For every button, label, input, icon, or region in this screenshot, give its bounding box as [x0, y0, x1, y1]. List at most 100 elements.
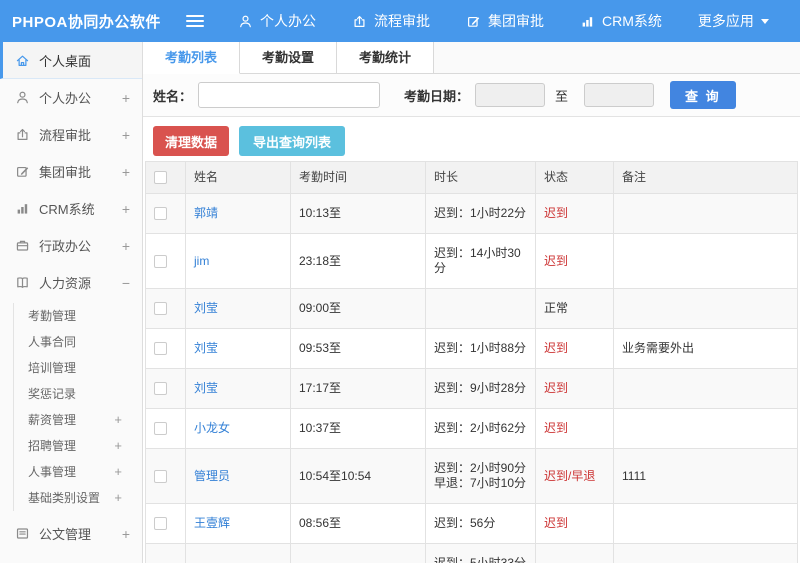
- sidebar-subitem-recruit[interactable]: 招聘管理 +: [0, 433, 142, 459]
- nav-item-personal-office[interactable]: 个人办公: [238, 11, 316, 31]
- edit-icon: [466, 14, 481, 29]
- sidebar-item-label: 公文管理: [39, 527, 92, 542]
- tab-attendance-stats[interactable]: 考勤统计: [337, 42, 435, 73]
- status-badge: 迟到/早退: [544, 468, 596, 483]
- expand-icon: +: [121, 126, 130, 143]
- sidebar-subitem-training[interactable]: 培训管理: [0, 355, 142, 381]
- employee-name-link[interactable]: 王壹辉: [194, 516, 230, 530]
- sidebar-subitem-attendance[interactable]: 考勤管理: [0, 303, 142, 329]
- expand-icon: +: [114, 490, 122, 505]
- employee-name-link[interactable]: 管理员: [194, 469, 230, 483]
- employee-name-link[interactable]: 刘莹: [194, 301, 218, 315]
- sidebar-item-label: CRM系统: [39, 202, 95, 217]
- row-checkbox[interactable]: [154, 422, 167, 436]
- row-checkbox[interactable]: [154, 469, 167, 483]
- app-window: PHPOA协同办公软件 个人办公 流程审批 集团审批 CRM系统 更多应用 个人桌面 个人…: [0, 0, 800, 563]
- employee-name-link[interactable]: jim: [194, 254, 209, 268]
- main-layout: 个人桌面 个人办公 + 流程审批 + 集团审批 + CRM系统 + 行政办公 + 人力资源 − 考勤管理人…: [0, 42, 800, 563]
- sidebar-item-crm[interactable]: CRM系统 +: [0, 190, 142, 227]
- row-checkbox[interactable]: [154, 207, 167, 221]
- sidebar-item-label: 集团审批: [39, 165, 92, 180]
- date-from-input[interactable]: [475, 83, 546, 107]
- nav-item-more-apps[interactable]: 更多应用: [698, 11, 769, 31]
- cell-duration: 迟到：14小时30分: [425, 233, 536, 289]
- sidebar-subitem-personnel[interactable]: 人事管理 +: [0, 459, 142, 485]
- sidebar-item-vehicle[interactable]: 用车管理+: [0, 552, 142, 563]
- cell-remark: [613, 233, 798, 289]
- briefcase-icon: [15, 238, 30, 253]
- sidebar-submenu-hr: 考勤管理 人事合同 培训管理 奖惩记录 薪资管理 + 招聘管理 + 人事管理 + 基础类别设置 +: [0, 301, 142, 515]
- date-to-input[interactable]: [584, 83, 655, 107]
- collapse-icon: −: [121, 274, 130, 291]
- duration-line: 迟到：9小时28分: [434, 381, 527, 395]
- sidebar-item-admin-office[interactable]: 行政办公 +: [0, 227, 142, 264]
- cell-status: 迟到: [535, 233, 614, 289]
- row-checkbox[interactable]: [154, 382, 167, 396]
- search-button[interactable]: 查 询: [670, 81, 736, 109]
- sidebar-item-group-approval[interactable]: 集团审批 +: [0, 153, 142, 190]
- sidebar-subitem-label: 奖惩记录: [28, 387, 77, 401]
- sidebar-item-document[interactable]: 公文管理 +: [0, 515, 142, 552]
- expand-icon: +: [121, 89, 130, 106]
- status-badge: 迟到: [544, 206, 569, 220]
- name-filter-input[interactable]: [198, 82, 381, 108]
- row-checkbox[interactable]: [154, 302, 167, 316]
- duration-line: 迟到：56分: [434, 516, 496, 530]
- menu-icon[interactable]: [186, 12, 206, 30]
- doc-icon: [15, 526, 30, 541]
- table-row: 王壹辉 08:56至 迟到：56分 迟到: [145, 503, 798, 544]
- expand-icon: +: [114, 464, 122, 479]
- nav-item-crm[interactable]: CRM系统: [580, 11, 662, 31]
- employee-name-link[interactable]: 郭靖: [194, 206, 218, 220]
- cell-remark: [613, 193, 798, 234]
- cell-name: 刘莹: [185, 368, 291, 409]
- nav-item-group-approval[interactable]: 集团审批: [466, 11, 544, 31]
- clear-data-button[interactable]: 清理数据: [153, 126, 230, 156]
- expand-icon: +: [121, 163, 130, 180]
- duration-line: 迟到：2小时90分: [434, 461, 527, 475]
- expand-icon: +: [121, 237, 130, 254]
- sidebar-item-label: 个人办公: [39, 91, 92, 106]
- sidebar-item-personal-desktop[interactable]: 个人桌面: [0, 42, 142, 79]
- tab-attendance-list[interactable]: 考勤列表: [143, 42, 241, 74]
- row-checkbox[interactable]: [154, 517, 167, 531]
- sidebar-item-label: 个人桌面: [39, 53, 92, 69]
- table-row: 郭靖 10:13至 迟到：1小时22分 迟到: [145, 193, 798, 234]
- cell-status: 迟到: [535, 193, 614, 234]
- column-header: 时长: [425, 161, 536, 194]
- sidebar-item-label: 人力资源: [39, 276, 92, 291]
- export-list-button[interactable]: 导出查询列表: [239, 126, 346, 156]
- cell-duration: 迟到：2小时62分: [425, 408, 536, 449]
- select-all-checkbox[interactable]: [154, 171, 167, 185]
- cell-status: 迟到: [535, 408, 614, 449]
- nav-item-label: 更多应用: [697, 13, 754, 29]
- attendance-table: 姓名 考勤时间 时长 状态 备注 郭靖 10:13至 迟到：1小时22分 迟到 jim 23:18…: [145, 161, 798, 563]
- sidebar-subitem-label: 招聘管理: [28, 439, 77, 453]
- cell-time: 08:56至: [290, 503, 426, 544]
- row-checkbox[interactable]: [154, 342, 167, 356]
- employee-name-link[interactable]: 刘莹: [194, 381, 218, 395]
- tab-attendance-settings[interactable]: 考勤设置: [240, 42, 338, 73]
- duration-line: 迟到：5小时33分: [434, 556, 527, 563]
- employee-name-link[interactable]: 小龙女: [194, 421, 230, 435]
- cell-duration: 迟到：9小时28分: [425, 368, 536, 409]
- column-header: 姓名: [185, 161, 291, 194]
- sidebar-subitem-hr-contract[interactable]: 人事合同: [0, 329, 142, 355]
- sidebar-item-personal-office[interactable]: 个人办公 +: [0, 79, 142, 116]
- sidebar-subitem-base-category[interactable]: 基础类别设置 +: [0, 485, 142, 511]
- table-row: 管理员 10:54至10:54 迟到：2小时90分 早退：7小时10分 迟到/早退 111…: [145, 448, 798, 504]
- sidebar-item-hr[interactable]: 人力资源 −: [0, 264, 142, 301]
- home-icon: [15, 53, 30, 68]
- employee-name-link[interactable]: 刘莹: [194, 341, 218, 355]
- book-icon: [15, 275, 30, 290]
- nav-item-workflow-approval[interactable]: 流程审批: [352, 11, 430, 31]
- sidebar-subitem-label: 人事管理: [28, 465, 77, 479]
- cell-status: 迟到/早退: [535, 543, 614, 563]
- sidebar-subitem-rewards[interactable]: 奖惩记录: [0, 381, 142, 407]
- row-checkbox[interactable]: [154, 254, 167, 268]
- cell-name: 郭靖: [185, 193, 291, 234]
- sidebar-subitem-salary[interactable]: 薪资管理 +: [0, 407, 142, 433]
- cell-remark: 业务需要外出: [613, 328, 798, 369]
- sidebar-item-workflow-approval[interactable]: 流程审批 +: [0, 116, 142, 153]
- chart-icon: [15, 201, 30, 216]
